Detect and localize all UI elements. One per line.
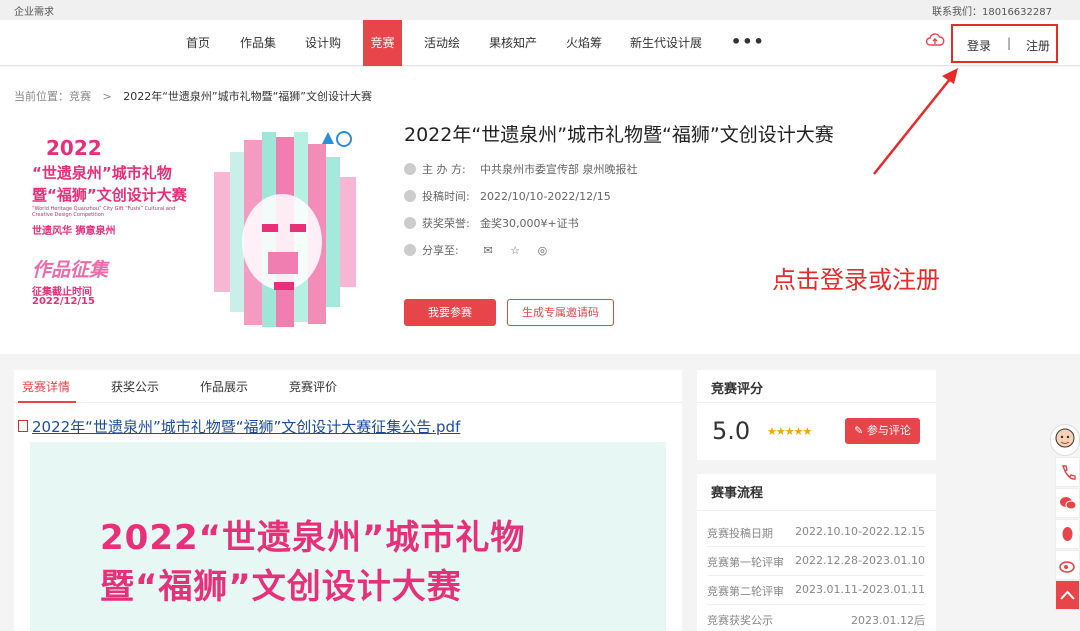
process-card: 赛事流程 竞赛投稿日期 2022.10.10-2022.12.15 竞赛第一轮评审… bbox=[697, 474, 936, 631]
rating-card: 竞赛评分 5.0 ★★★★★ ✎ 参与评论 bbox=[697, 370, 936, 460]
tab-reviews[interactable]: 竞赛评价 bbox=[289, 378, 337, 395]
clock-icon bbox=[404, 190, 416, 202]
tab-awards[interactable]: 获奖公示 bbox=[111, 378, 159, 395]
divider bbox=[697, 510, 936, 511]
nav-item-design-shop[interactable]: 设计购 bbox=[300, 20, 346, 66]
organizer-value: 中共泉州市委宣传部 泉州晚报社 bbox=[480, 163, 638, 176]
share-label: 分享至: bbox=[422, 244, 459, 257]
nav-item-competition[interactable]: 竞赛 bbox=[363, 20, 402, 66]
separator: | bbox=[1007, 36, 1012, 50]
annotation-arrow-icon bbox=[873, 68, 958, 175]
contest-title: 2022年“世遗泉州”城市礼物暨“福狮”文创设计大赛 bbox=[404, 124, 834, 146]
process-value: 2022.12.28-2023.01.10 bbox=[795, 554, 925, 567]
process-row: 竞赛第二轮评审 2023.01.11-2023.01.11 bbox=[707, 583, 925, 605]
nav-item-ip[interactable]: 果核知产 bbox=[484, 20, 542, 66]
medal-icon bbox=[404, 217, 416, 229]
contest-detail-panel: 竞赛详情 获奖公示 作品展示 竞赛评价 2022年“世遗泉州”城市礼物暨“福狮”… bbox=[14, 370, 682, 631]
breadcrumb: 当前位置：竞赛 > 2022年“世遗泉州”城市礼物暨“福狮”文创设计大赛 bbox=[14, 88, 372, 104]
share-row: 分享至: ✉ ☆ ◎ bbox=[404, 242, 547, 258]
prize-value: 金奖30,000¥+证书 bbox=[480, 217, 579, 230]
login-register-box: 登录 | 注册 bbox=[951, 24, 1058, 63]
breadcrumb-current: 2022年“世遗泉州”城市礼物暨“福狮”文创设计大赛 bbox=[123, 90, 373, 103]
rate-comment-button[interactable]: ✎ 参与评论 bbox=[845, 418, 920, 444]
nav-item-activity[interactable]: 活动绘 bbox=[418, 20, 466, 66]
time-value: 2022/10/10-2022/12/15 bbox=[480, 190, 611, 203]
nav-item-crowdfund[interactable]: 火焰筹 bbox=[560, 20, 608, 66]
banner-line1: 2022“世遗泉州”城市礼物 bbox=[100, 518, 526, 558]
organizer-logos-icon bbox=[322, 131, 352, 147]
weibo-icon[interactable] bbox=[1055, 550, 1080, 580]
rating-score: 5.0 bbox=[712, 417, 751, 445]
rating-stars-icon: ★★★★★ bbox=[767, 425, 812, 438]
process-value: 2023.01.11-2023.01.11 bbox=[795, 583, 925, 596]
nav-item-new-gen-expo[interactable]: 新生代设计展 bbox=[625, 20, 707, 66]
process-label: 竞赛第二轮评审 bbox=[707, 585, 784, 598]
process-label: 竞赛获奖公示 bbox=[707, 614, 773, 627]
top-bar: 企业需求 联系我们：18016632287 bbox=[0, 0, 1080, 20]
poster-deadline: 2022/12/15 bbox=[32, 296, 95, 307]
favorite-star-icon[interactable]: ☆ bbox=[510, 244, 520, 257]
detail-tabs: 竞赛详情 获奖公示 作品展示 竞赛评价 bbox=[14, 370, 682, 403]
organizer-label: 主 办 方: bbox=[422, 163, 466, 176]
time-row: 投稿时间: 2022/10/10-2022/12/15 bbox=[404, 188, 611, 204]
organizer-row: 主 办 方: 中共泉州市委宣传部 泉州晚报社 bbox=[404, 161, 638, 177]
wechat-icon[interactable] bbox=[1055, 488, 1080, 518]
process-label: 竞赛第一轮评审 bbox=[707, 556, 784, 569]
generate-invite-code-button[interactable]: 生成专属邀请码 bbox=[507, 299, 614, 326]
user-icon bbox=[404, 163, 416, 175]
poster-slogan: 世遗风华 狮意泉州 bbox=[32, 226, 116, 237]
enterprise-link[interactable]: 企业需求 bbox=[14, 3, 54, 18]
phone-icon[interactable] bbox=[1055, 457, 1080, 487]
prize-row: 获奖荣誉: 金奖30,000¥+证书 bbox=[404, 215, 579, 231]
annotation-text: 点击登录或注册 bbox=[772, 266, 940, 294]
process-title: 赛事流程 bbox=[711, 486, 764, 501]
process-value: 2022.10.10-2022.12.15 bbox=[795, 525, 925, 538]
rate-button-label: 参与评论 bbox=[866, 424, 911, 437]
pdf-file-icon bbox=[18, 420, 28, 432]
process-label: 竞赛投稿日期 bbox=[707, 527, 773, 540]
process-row: 竞赛获奖公示 2023.01.12后 bbox=[707, 612, 925, 630]
share-icon bbox=[404, 244, 416, 256]
nav-item-portfolio[interactable]: 作品集 bbox=[234, 20, 282, 66]
process-value: 2023.01.12后 bbox=[851, 614, 925, 627]
tab-works[interactable]: 作品展示 bbox=[200, 378, 248, 395]
process-row: 竞赛投稿日期 2022.10.10-2022.12.15 bbox=[707, 525, 925, 547]
nav-item-home[interactable]: 首页 bbox=[180, 20, 216, 66]
prize-label: 获奖荣誉: bbox=[422, 217, 470, 230]
poster-english: “World Heritage Quanzhou” City Gift “Fus… bbox=[32, 206, 176, 218]
wechat-share-icon[interactable]: ✉ bbox=[484, 244, 493, 257]
breadcrumb-arrow: > bbox=[102, 90, 112, 103]
pdf-download-link[interactable]: 2022年“世遗泉州”城市礼物暨“福狮”文创设计大赛征集公告.pdf bbox=[32, 416, 460, 437]
join-contest-button[interactable]: 我要参赛 bbox=[404, 299, 496, 326]
time-label: 投稿时间: bbox=[422, 190, 470, 203]
rating-title: 竞赛评分 bbox=[711, 382, 764, 397]
poster-title-line1: “世遗泉州”城市礼物 bbox=[32, 164, 172, 182]
poster-year: 2022 bbox=[46, 136, 102, 160]
poster-collect: 作品征集 bbox=[32, 259, 109, 281]
qq-icon[interactable] bbox=[1055, 519, 1080, 549]
lion-pixel-art-icon bbox=[214, 132, 356, 327]
active-tab-indicator bbox=[18, 401, 76, 403]
register-link[interactable]: 注册 bbox=[1026, 37, 1050, 54]
back-to-top-icon[interactable] bbox=[1055, 580, 1080, 610]
weibo-share-icon[interactable]: ◎ bbox=[538, 244, 548, 257]
poster-title-line2: 暨“福狮”文创设计大赛 bbox=[32, 186, 187, 204]
divider bbox=[697, 402, 936, 403]
customer-service-avatar[interactable] bbox=[1050, 424, 1080, 456]
tab-details[interactable]: 竞赛详情 bbox=[22, 378, 70, 395]
announcement-banner: 2022“世遗泉州”城市礼物 暨“福狮”文创设计大赛 bbox=[30, 442, 666, 631]
contact-info: 联系我们：18016632287 bbox=[932, 7, 1052, 18]
breadcrumb-prefix[interactable]: 当前位置：竞赛 bbox=[14, 90, 91, 103]
cloud-upload-icon[interactable] bbox=[925, 32, 945, 48]
login-link[interactable]: 登录 bbox=[967, 37, 991, 54]
banner-line2: 暨“福狮”文创设计大赛 bbox=[100, 567, 462, 607]
contest-poster: 2022 “世遗泉州”城市礼物 暨“福狮”文创设计大赛 “World Herit… bbox=[22, 122, 382, 339]
process-row: 竞赛第一轮评审 2022.12.28-2023.01.10 bbox=[707, 554, 925, 576]
more-menu-icon[interactable]: ••• bbox=[731, 32, 765, 51]
